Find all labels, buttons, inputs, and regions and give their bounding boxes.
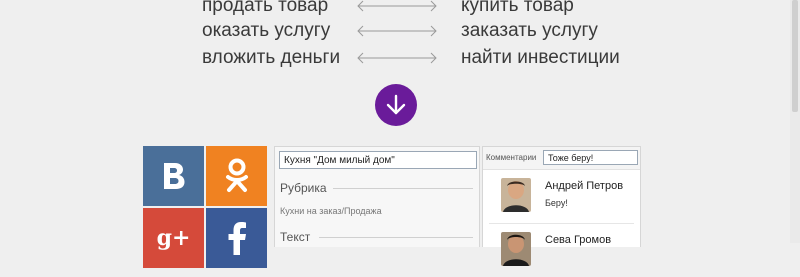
rubric-value[interactable]: Кухни на заказ/Продажа xyxy=(280,206,382,216)
comment-item: Андрей Петров Беру! xyxy=(483,171,640,223)
ad-form-panel: Рубрика Кухни на заказ/Продажа Текст xyxy=(274,146,480,247)
double-arrow-icon xyxy=(357,0,437,12)
vk-icon xyxy=(163,163,184,189)
comment-input[interactable] xyxy=(543,150,638,165)
facebook-button[interactable] xyxy=(206,208,267,268)
comments-panel: Комментарии Андрей Петров Беру! Сева Гро… xyxy=(482,146,641,266)
comment-text: Беру! xyxy=(545,198,568,208)
arrow-down-icon xyxy=(386,94,406,115)
demand-text: заказать услугу xyxy=(461,20,598,41)
comment-item: Сева Громов xyxy=(483,225,640,277)
vk-button[interactable] xyxy=(143,146,204,206)
odnoklassniki-button[interactable] xyxy=(206,146,267,206)
scroll-down-button[interactable] xyxy=(375,84,417,126)
double-arrow-icon xyxy=(357,25,437,37)
page-scrollbar[interactable] xyxy=(790,0,800,243)
comment-author[interactable]: Сева Громов xyxy=(545,234,611,246)
offer-text: оказать услугу xyxy=(202,20,331,41)
comments-header: Комментарии xyxy=(483,147,640,170)
double-arrow-icon xyxy=(357,52,437,64)
comment-author[interactable]: Андрей Петров xyxy=(545,180,623,192)
demand-text: купить товар xyxy=(461,0,574,16)
offer-text: вложить деньги xyxy=(202,47,341,68)
comments-label: Комментарии xyxy=(486,153,537,162)
social-grid: g+ xyxy=(143,146,270,268)
ad-title-input[interactable] xyxy=(279,151,477,169)
google-plus-icon: g+ xyxy=(156,225,191,251)
google-plus-button[interactable]: g+ xyxy=(143,208,204,268)
text-label: Текст xyxy=(280,230,311,244)
pair-row: вложить деньги найти инвестиции xyxy=(0,46,800,74)
avatar xyxy=(501,232,531,266)
offer-text: продать товар xyxy=(202,0,329,16)
divider xyxy=(319,237,473,238)
scrollbar-thumb[interactable] xyxy=(792,0,798,112)
pair-row: оказать услугу заказать услугу xyxy=(0,19,800,47)
divider xyxy=(333,188,473,189)
divider xyxy=(489,223,634,224)
avatar xyxy=(501,178,531,212)
demand-text: найти инвестиции xyxy=(461,47,620,68)
rubric-label: Рубрика xyxy=(280,181,327,195)
facebook-icon xyxy=(228,222,246,255)
odnoklassniki-icon xyxy=(225,158,248,192)
